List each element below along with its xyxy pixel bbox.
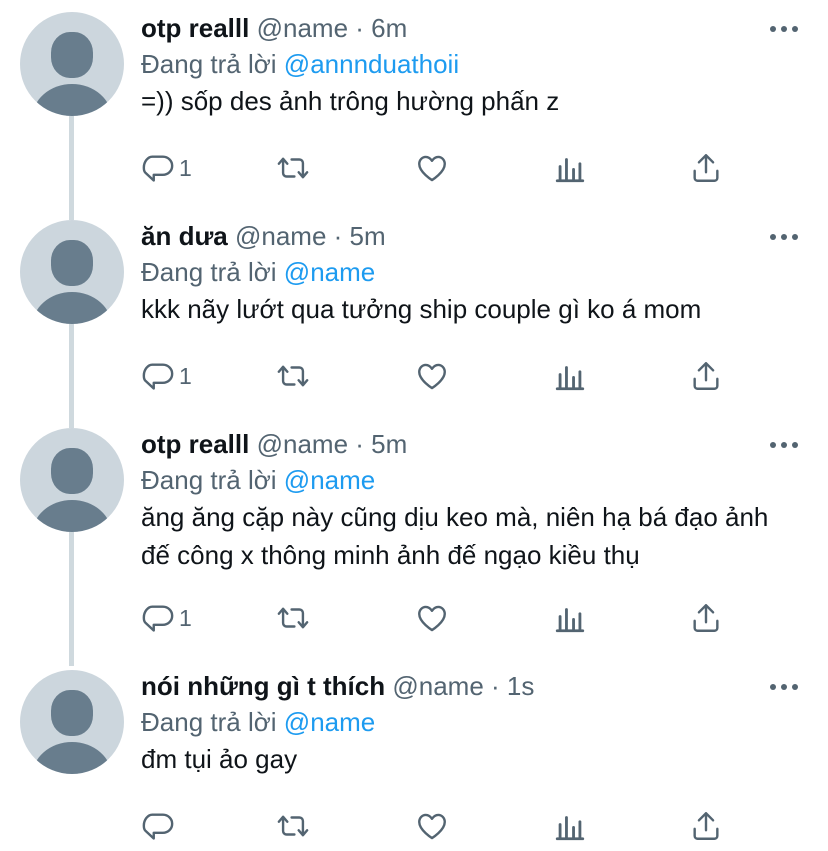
share-button[interactable] [689, 598, 723, 638]
tweet-text: đm tụi ảo gay [141, 744, 298, 774]
share-button[interactable] [689, 148, 723, 188]
reply-count: 1 [179, 154, 192, 181]
display-name[interactable]: ăn dưa [141, 221, 228, 251]
avatar[interactable] [20, 428, 124, 532]
timestamp[interactable]: 1s [507, 671, 534, 701]
mention-link[interactable]: @name [284, 465, 375, 495]
handle[interactable]: @name [257, 13, 348, 43]
replying-to: Đang trả lời @annnduathoii [141, 48, 459, 80]
like-icon [418, 813, 446, 840]
retweet-button[interactable] [276, 148, 310, 188]
reply-count: 1 [179, 362, 192, 389]
retweet-icon [277, 365, 309, 387]
analytics-button[interactable] [553, 598, 587, 638]
tweet-text: ăng ăng cặp này cũng dịu keo mà, niên hạ… [141, 502, 769, 570]
analytics-icon [555, 816, 585, 841]
replying-to: Đang trả lời @name [141, 256, 375, 288]
avatar[interactable] [20, 12, 124, 116]
mention-link[interactable]: @name [284, 707, 375, 737]
retweet-button[interactable] [276, 806, 310, 846]
analytics-icon [555, 608, 585, 633]
replying-to-label: Đang trả lời [141, 257, 277, 287]
more-icon[interactable] [770, 684, 798, 692]
replying-to: Đang trả lời @name [141, 464, 375, 496]
like-button[interactable] [415, 598, 449, 638]
tweet[interactable]: ăn dưa @name · 5m Đang trả lời @name kkk… [0, 208, 828, 416]
share-icon [693, 812, 719, 840]
reply-icon [142, 813, 174, 840]
like-icon [418, 605, 446, 632]
reply-button[interactable] [141, 806, 179, 846]
retweet-icon [277, 157, 309, 179]
display-name[interactable]: otp realll [141, 429, 249, 459]
replying-to-label: Đang trả lời [141, 49, 277, 79]
display-name[interactable]: nói những gì t thích [141, 671, 385, 701]
retweet-button[interactable] [276, 598, 310, 638]
reply-button[interactable]: 1 [141, 598, 192, 638]
reply-icon [142, 605, 174, 632]
avatar[interactable] [20, 220, 124, 324]
replying-to-label: Đang trả lời [141, 465, 277, 495]
reply-icon [142, 155, 174, 182]
tweet-header: otp realll @name · 5m [141, 428, 407, 460]
analytics-icon [555, 366, 585, 391]
timestamp[interactable]: 5m [371, 429, 407, 459]
retweet-button[interactable] [276, 356, 310, 396]
separator: · [333, 221, 343, 251]
handle[interactable]: @name [392, 671, 483, 701]
share-button[interactable] [689, 356, 723, 396]
analytics-button[interactable] [553, 806, 587, 846]
like-button[interactable] [415, 148, 449, 188]
mention-link[interactable]: @name [284, 257, 375, 287]
retweet-icon [277, 815, 309, 837]
replying-to: Đang trả lời @name [141, 706, 375, 738]
handle[interactable]: @name [257, 429, 348, 459]
tweet-header: nói những gì t thích @name · 1s [141, 670, 534, 702]
tweet-text: =)) sốp des ảnh trông hường phấn z [141, 86, 560, 116]
share-button[interactable] [689, 806, 723, 846]
tweet[interactable]: nói những gì t thích @name · 1s Đang trả… [0, 658, 828, 851]
more-icon[interactable] [770, 442, 798, 450]
replying-to-label: Đang trả lời [141, 707, 277, 737]
tweet[interactable]: otp realll @name · 6m Đang trả lời @annn… [0, 0, 828, 208]
separator: · [355, 429, 364, 459]
reply-count: 1 [179, 604, 192, 631]
analytics-button[interactable] [553, 356, 587, 396]
tweet-text: kkk nãy lướt qua tưởng ship couple gì ko… [141, 294, 702, 324]
analytics-icon [555, 158, 585, 183]
action-bar: 1 [141, 356, 741, 396]
retweet-icon [277, 607, 309, 629]
action-bar [141, 806, 741, 846]
reply-icon [142, 363, 174, 390]
reply-button[interactable]: 1 [141, 356, 192, 396]
share-icon [693, 362, 719, 390]
display-name[interactable]: otp realll [141, 13, 249, 43]
tweet-header: ăn dưa @name · 5m [141, 220, 386, 252]
share-icon [693, 604, 719, 632]
like-icon [418, 363, 446, 390]
more-icon[interactable] [770, 26, 798, 34]
handle[interactable]: @name [235, 221, 326, 251]
tweet[interactable]: otp realll @name · 5m Đang trả lời @name… [0, 416, 828, 658]
share-icon [693, 154, 719, 182]
reply-button[interactable]: 1 [141, 148, 192, 188]
like-icon [418, 155, 446, 182]
like-button[interactable] [415, 356, 449, 396]
mention-link[interactable]: @annnduathoii [284, 49, 459, 79]
separator: · [491, 671, 500, 701]
action-bar: 1 [141, 598, 741, 638]
separator: · [355, 13, 364, 43]
timestamp[interactable]: 5m [350, 221, 386, 251]
more-icon[interactable] [770, 234, 798, 242]
analytics-button[interactable] [553, 148, 587, 188]
avatar[interactable] [20, 670, 124, 774]
tweet-header: otp realll @name · 6m [141, 12, 407, 44]
timestamp[interactable]: 6m [371, 13, 407, 43]
action-bar: 1 [141, 148, 741, 188]
like-button[interactable] [415, 806, 449, 846]
